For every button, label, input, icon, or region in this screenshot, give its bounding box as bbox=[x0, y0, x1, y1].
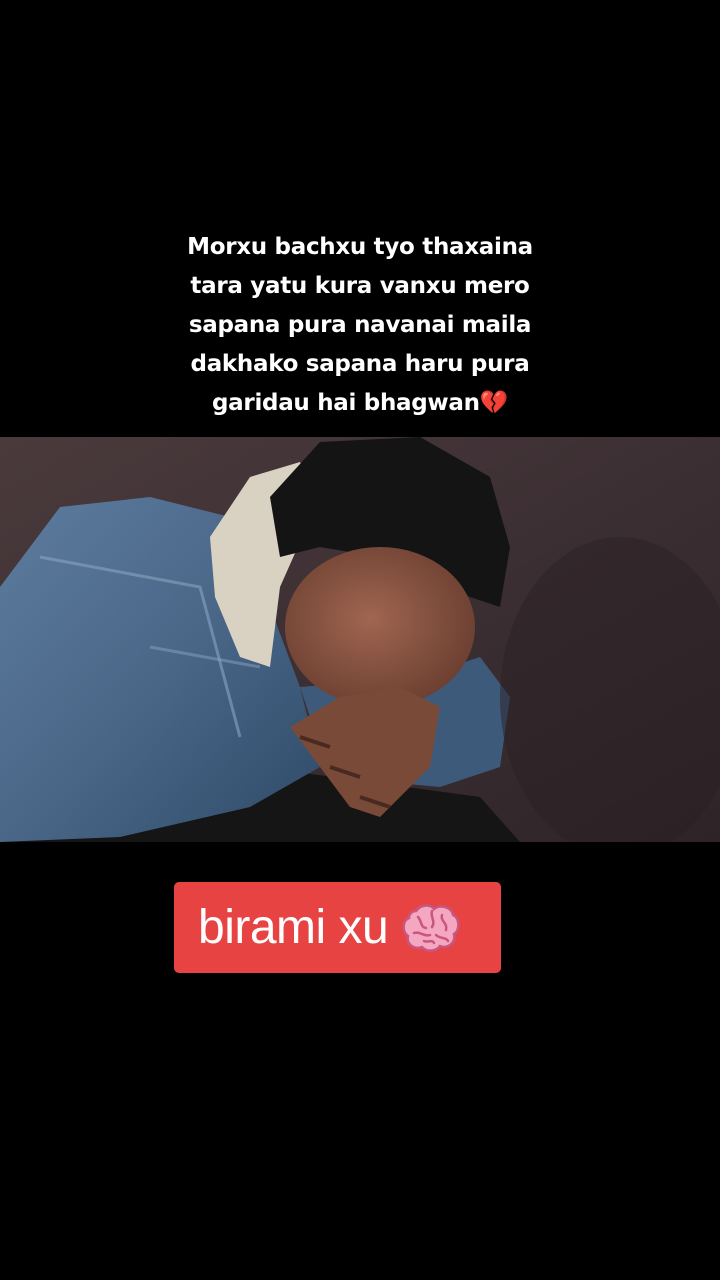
brain-icon bbox=[402, 903, 460, 953]
caption-line-1: Morxu bachxu tyo thaxaina bbox=[187, 234, 533, 260]
video-photo bbox=[0, 437, 720, 842]
video-caption: Morxu bachxu tyo thaxaina tara yatu kura… bbox=[0, 228, 720, 423]
sticker-text: birami xu bbox=[198, 901, 389, 954]
birami-xu-sticker: birami xu bbox=[174, 882, 501, 973]
photo-illustration bbox=[0, 437, 720, 842]
caption-line-4: dakhako sapana haru pura bbox=[190, 351, 530, 377]
caption-line-2: tara yatu kura vanxu mero bbox=[190, 273, 530, 299]
caption-line-5: garidau hai bhagwan💔 bbox=[212, 390, 508, 416]
caption-line-3: sapana pura navanai maila bbox=[188, 312, 532, 338]
